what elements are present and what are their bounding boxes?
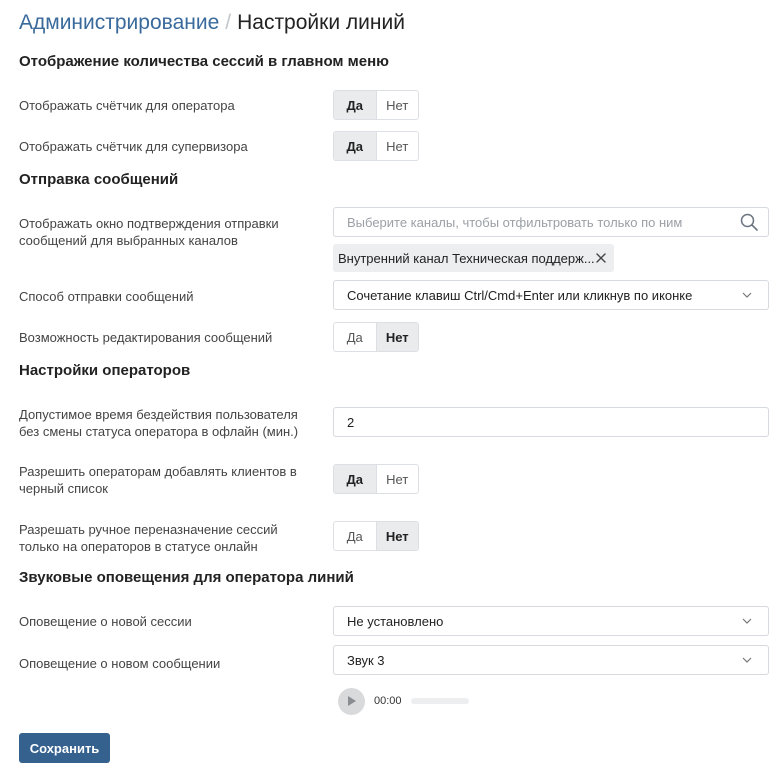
label-manual-reassign: Разрешать ручное переназначение сессий т… xyxy=(19,522,278,554)
channels-search-placeholder: Выберите каналы, чтобы отфильтровать тол… xyxy=(347,214,683,230)
idle-time-value: 2 xyxy=(347,414,355,430)
close-icon[interactable] xyxy=(594,251,608,265)
channel-tag-label: Внутренний канал Техническая поддерж... xyxy=(338,250,594,266)
idle-time-input[interactable]: 2 xyxy=(333,407,769,437)
channel-tag: Внутренний канал Техническая поддерж... xyxy=(333,244,614,272)
breadcrumb: Администрирование / Настройки линий xyxy=(19,10,405,36)
toggle-counter-supervisor: Да Нет xyxy=(333,131,419,161)
toggle-yes-option[interactable]: Да xyxy=(334,323,376,351)
label-confirm-window: Отображать окно подтверждения отправки с… xyxy=(19,216,279,248)
audio-player: 00:00 xyxy=(338,687,469,715)
section-title-sound: Звуковые оповещения для оператора линий xyxy=(19,569,354,586)
section-title-messages: Отправка сообщений xyxy=(19,171,179,188)
toggle-counter-operator: Да Нет xyxy=(333,90,419,120)
save-button[interactable]: Сохранить xyxy=(19,733,110,763)
toggle-manual-reassign: Да Нет xyxy=(333,521,419,551)
audio-time: 00:00 xyxy=(374,695,402,707)
chevron-down-icon xyxy=(739,613,755,629)
new-session-sound-value: Не установлено xyxy=(347,613,444,629)
play-icon[interactable] xyxy=(338,687,365,715)
label-counter-supervisor: Отображать счётчик для супервизора xyxy=(19,139,248,154)
toggle-no-option[interactable]: Нет xyxy=(375,91,419,119)
toggle-no-option[interactable]: Нет xyxy=(375,323,418,351)
audio-progress-bar[interactable] xyxy=(410,698,469,704)
new-message-sound-select[interactable]: Звук 3 xyxy=(333,645,769,675)
new-message-sound-value: Звук 3 xyxy=(347,652,385,668)
label-idle-time: Допустимое время бездействия пользовател… xyxy=(19,407,299,439)
toggle-no-option[interactable]: Нет xyxy=(375,465,419,493)
channels-search-input[interactable]: Выберите каналы, чтобы отфильтровать тол… xyxy=(333,207,769,237)
breadcrumb-separator: / xyxy=(225,11,232,34)
label-counter-operator: Отображать счётчик для оператора xyxy=(19,98,235,113)
page-title: Настройки линий xyxy=(237,11,405,34)
toggle-yes-option[interactable]: Да xyxy=(334,522,376,550)
breadcrumb-link-administration[interactable]: Администрирование xyxy=(19,11,219,34)
label-new-session-sound: Оповещение о новой сессии xyxy=(19,614,192,629)
label-new-message-sound: Оповещение о новом сообщении xyxy=(19,656,221,671)
new-session-sound-select[interactable]: Не установлено xyxy=(333,606,769,636)
toggle-no-option[interactable]: Нет xyxy=(375,522,418,550)
toggle-yes-option[interactable]: Да xyxy=(334,91,376,119)
label-blacklist: Разрешить операторам добавлять клиентов … xyxy=(19,464,297,496)
toggle-no-option[interactable]: Нет xyxy=(375,132,419,160)
chevron-down-icon xyxy=(739,287,755,303)
section-title-sessions-count: Отображение количества сессий в главном … xyxy=(19,53,389,70)
chevron-down-icon xyxy=(739,652,755,668)
send-method-value: Сочетание клавиш Ctrl/Cmd+Enter или клик… xyxy=(347,287,693,303)
toggle-blacklist: Да Нет xyxy=(333,464,419,494)
search-icon[interactable] xyxy=(739,212,759,232)
label-send-method: Способ отправки сообщений xyxy=(19,289,194,304)
toggle-edit-messages: Да Нет xyxy=(333,322,419,352)
section-title-operators: Настройки операторов xyxy=(19,362,191,379)
label-edit-messages: Возможность редактирования сообщений xyxy=(19,330,273,345)
toggle-yes-option[interactable]: Да xyxy=(334,465,376,493)
send-method-select[interactable]: Сочетание клавиш Ctrl/Cmd+Enter или клик… xyxy=(333,280,769,310)
toggle-yes-option[interactable]: Да xyxy=(334,132,376,160)
